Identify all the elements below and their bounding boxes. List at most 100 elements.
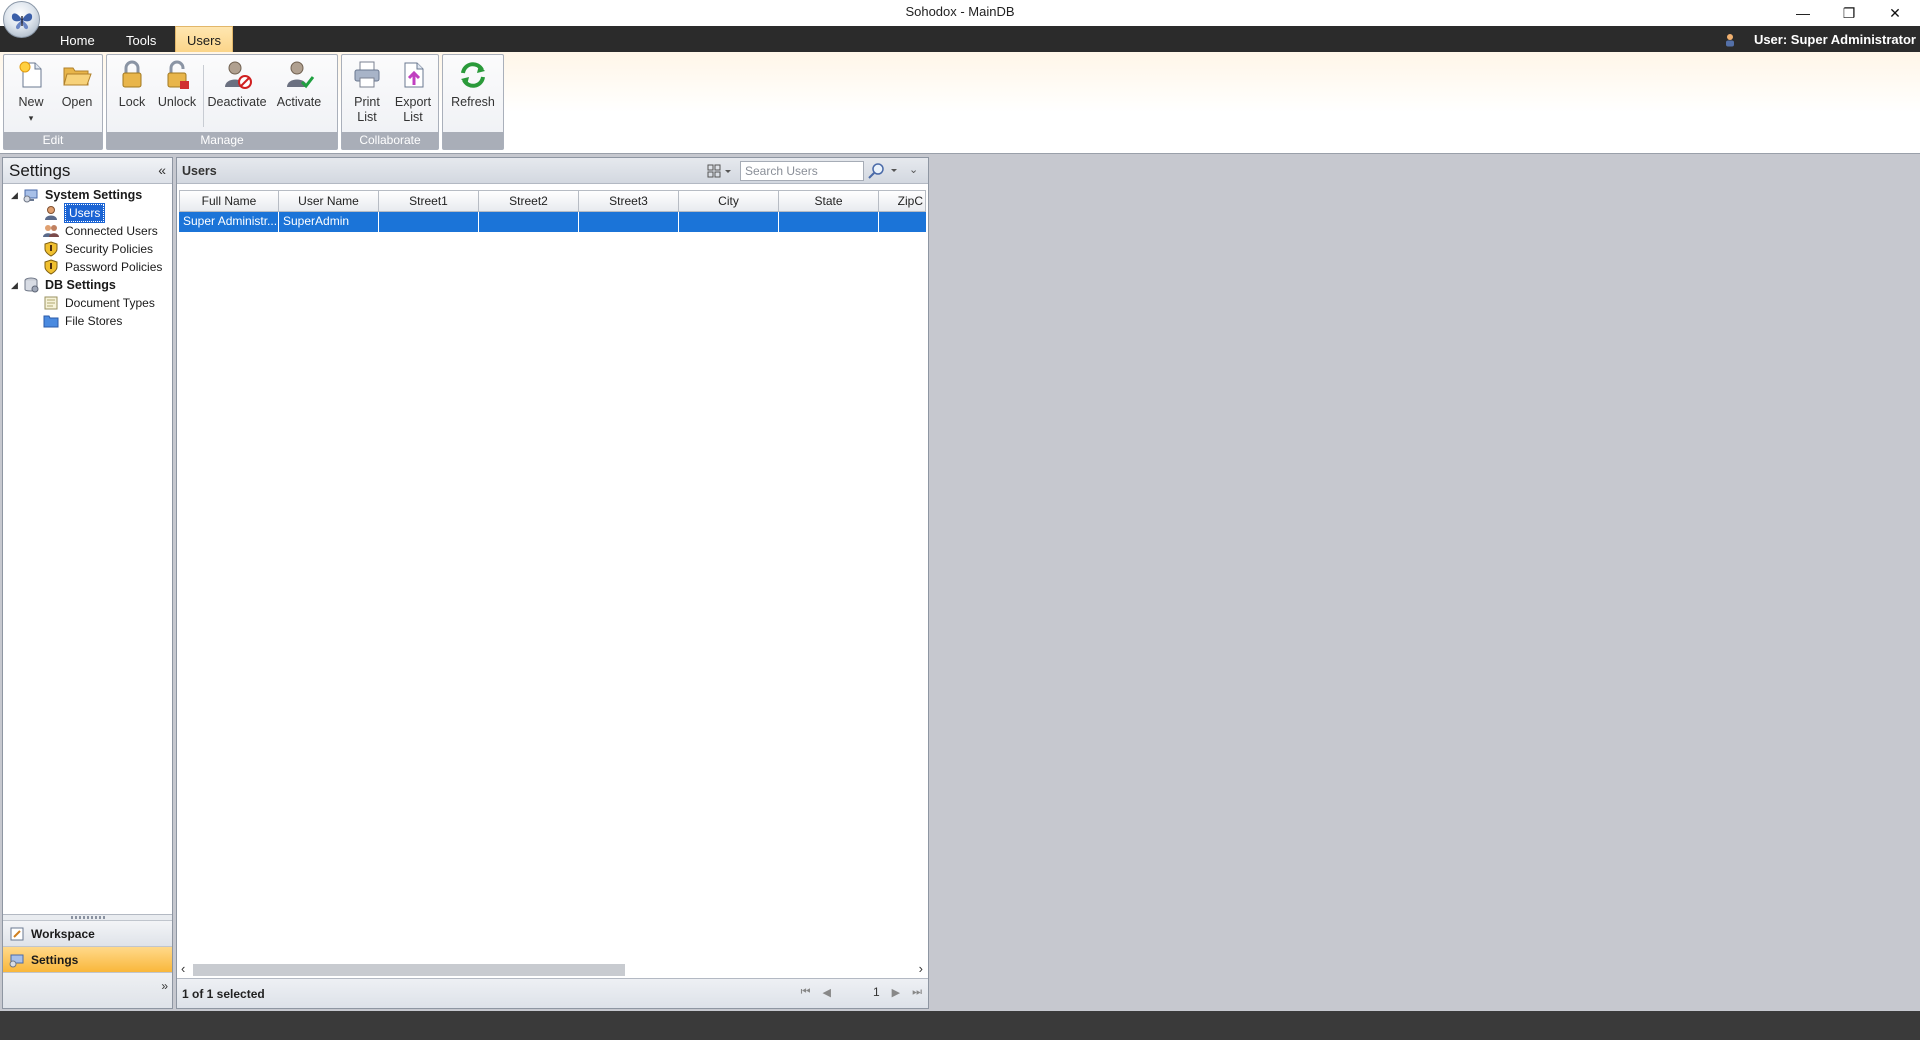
shield-icon xyxy=(44,259,58,275)
horizontal-scrollbar[interactable]: ‹ › xyxy=(179,961,926,977)
expand-panel-button[interactable]: ⌄ xyxy=(909,163,918,176)
tree-label-users: Users xyxy=(63,203,106,223)
tree-node-file-stores[interactable]: File Stores xyxy=(43,312,122,330)
tree-label-db-settings: DB Settings xyxy=(45,278,116,292)
column-header-street1[interactable]: Street1 xyxy=(379,190,479,212)
tree-node-document-types[interactable]: Document Types xyxy=(43,294,155,312)
tree-collapse-arrow-icon[interactable]: ◢ xyxy=(11,280,23,291)
database-icon xyxy=(24,277,39,293)
nav-overflow-button[interactable]: » xyxy=(161,979,168,993)
open-button[interactable]: Open xyxy=(54,59,100,110)
ribbon-group-edit-label: Edit xyxy=(4,132,102,149)
tree-label-document-types: Document Types xyxy=(65,296,155,310)
butterfly-icon xyxy=(11,12,32,29)
table-row[interactable]: Super Administr... SuperAdmin xyxy=(179,212,926,232)
column-header-user-name[interactable]: User Name xyxy=(279,190,379,212)
printer-icon xyxy=(354,61,380,88)
nav-overflow: » xyxy=(3,972,172,1008)
ribbon-group-refresh: Refresh xyxy=(442,54,504,150)
ribbon-group-collaborate: Print List Export List Collaborate xyxy=(341,54,439,150)
next-page-icon[interactable]: ▶ xyxy=(892,986,900,999)
settings-icon xyxy=(9,954,24,967)
column-header-street2[interactable]: Street2 xyxy=(479,190,579,212)
app-logo-button[interactable] xyxy=(3,1,40,38)
tab-home[interactable]: Home xyxy=(50,30,105,52)
cell-state xyxy=(779,212,879,232)
export-icon xyxy=(404,62,424,88)
minimize-button[interactable]: — xyxy=(1780,0,1826,26)
activate-button-label: Activate xyxy=(276,95,322,109)
deactivate-button[interactable]: Deactivate xyxy=(207,59,267,110)
tree-label-connected-users: Connected Users xyxy=(65,224,158,238)
system-settings-icon xyxy=(23,189,38,203)
connected-users-icon xyxy=(43,225,59,237)
column-header-city[interactable]: City xyxy=(679,190,779,212)
settings-panel: Settings « ◢ System Settings Users Conne… xyxy=(2,157,173,1009)
nav-workspace[interactable]: Workspace xyxy=(3,920,172,946)
users-status-bar: 1 of 1 selected ⏮ ◀ 1 ▶ ⏭ xyxy=(177,978,928,1008)
export-list-button[interactable]: Export List xyxy=(390,59,436,125)
scroll-left-button[interactable]: ‹ xyxy=(181,961,185,976)
unlock-button[interactable]: Unlock xyxy=(154,59,200,110)
tree-collapse-arrow-icon[interactable]: ◢ xyxy=(11,190,23,201)
tree-node-users[interactable]: Users xyxy=(43,203,106,223)
title-bar: Sohodox - MainDB — ❐ ✕ xyxy=(0,0,1920,26)
activate-button[interactable]: Activate xyxy=(271,59,327,110)
tab-tools[interactable]: Tools xyxy=(116,30,166,52)
document-types-icon xyxy=(44,296,58,310)
column-header-full-name[interactable]: Full Name xyxy=(179,190,279,212)
new-dropdown-arrow[interactable]: ▾ xyxy=(29,113,34,123)
search-button[interactable] xyxy=(867,162,901,180)
cell-street3 xyxy=(579,212,679,232)
tree-node-security-policies[interactable]: Security Policies xyxy=(43,240,153,258)
first-page-icon[interactable]: ⏮ xyxy=(801,986,811,999)
export-list-label-line2: List xyxy=(403,110,423,124)
users-panel: Users ⌄ Full Name User Name Street1 xyxy=(176,157,929,1009)
refresh-icon xyxy=(461,62,485,88)
grid-header-row: Full Name User Name Street1 Street2 Stre… xyxy=(179,190,926,212)
search-users-input[interactable] xyxy=(740,161,864,181)
previous-page-icon[interactable]: ◀ xyxy=(822,986,830,999)
tree-node-system-settings[interactable]: ◢ System Settings xyxy=(11,186,142,204)
tree-label-file-stores: File Stores xyxy=(65,314,123,328)
refresh-button[interactable]: Refresh xyxy=(447,59,499,110)
view-mode-button[interactable] xyxy=(707,164,733,178)
shield-icon xyxy=(44,241,58,257)
restore-button[interactable]: ❐ xyxy=(1826,0,1872,26)
tree-node-db-settings[interactable]: ◢ DB Settings xyxy=(11,276,116,294)
ribbon-group-refresh-label xyxy=(443,132,503,149)
users-panel-title: Users xyxy=(182,164,217,178)
tab-users[interactable]: Users xyxy=(175,26,233,52)
users-grid: Full Name User Name Street1 Street2 Stre… xyxy=(179,190,926,980)
folder-icon xyxy=(43,315,59,328)
column-header-street3[interactable]: Street3 xyxy=(579,190,679,212)
new-button-label: New xyxy=(18,95,44,109)
tree-node-connected-users[interactable]: Connected Users xyxy=(43,222,158,240)
window-title: Sohodox - MainDB xyxy=(905,4,1015,19)
collapse-panel-button[interactable]: « xyxy=(158,162,166,178)
unlock-icon xyxy=(167,60,189,89)
menu-tab-bar: Home Tools Users User: Super Administrat… xyxy=(0,26,1920,52)
ribbon-group-edit: New ▾ Open Edit xyxy=(3,54,103,150)
cell-street1 xyxy=(379,212,479,232)
scrollbar-thumb[interactable] xyxy=(193,964,625,976)
ribbon: New ▾ Open Edit Lock Unlock Deactivate A… xyxy=(0,52,1920,154)
nav-settings[interactable]: Settings xyxy=(3,946,172,972)
column-header-zip[interactable]: ZipC xyxy=(879,190,926,212)
ribbon-group-manage: Lock Unlock Deactivate Activate Manage xyxy=(106,54,338,150)
bottom-status-strip xyxy=(0,1011,1920,1040)
tree-node-password-policies[interactable]: Password Policies xyxy=(43,258,162,276)
lock-button[interactable]: Lock xyxy=(109,59,155,110)
close-button[interactable]: ✕ xyxy=(1872,0,1918,26)
deactivate-user-icon xyxy=(225,61,252,89)
open-button-label: Open xyxy=(61,95,93,109)
tree-label-password-policies: Password Policies xyxy=(65,260,163,274)
last-page-icon[interactable]: ⏭ xyxy=(912,986,922,999)
print-list-button[interactable]: Print List xyxy=(344,59,390,125)
column-header-state[interactable]: State xyxy=(779,190,879,212)
grid-view-icon xyxy=(707,164,731,178)
new-button[interactable]: New ▾ xyxy=(8,59,54,126)
scroll-right-button[interactable]: › xyxy=(919,961,923,976)
user-icon xyxy=(45,206,57,220)
search-icon xyxy=(868,163,897,179)
